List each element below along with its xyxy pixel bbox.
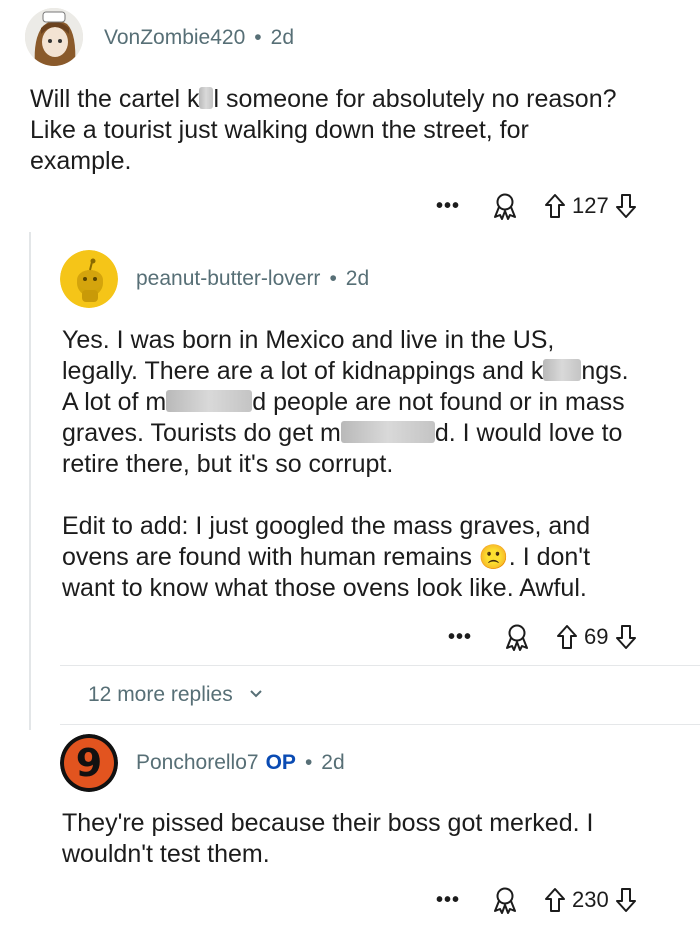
downvote-icon[interactable] bbox=[615, 193, 637, 219]
more-options-button[interactable]: ••• bbox=[448, 626, 472, 649]
more-replies-button[interactable]: 12 more replies bbox=[60, 665, 700, 725]
timestamp: 2d bbox=[345, 267, 370, 290]
upvote-icon[interactable] bbox=[556, 624, 578, 650]
chevron-down-icon bbox=[249, 686, 263, 704]
comment-actions: ••• 230 bbox=[436, 884, 637, 916]
meta-separator: • bbox=[254, 26, 262, 49]
censor-blur bbox=[340, 421, 435, 444]
avatar[interactable] bbox=[60, 250, 118, 308]
frown-emoji: 🙁 bbox=[478, 544, 509, 571]
censor-blur bbox=[199, 87, 214, 110]
vote-count: 230 bbox=[572, 887, 609, 912]
username[interactable]: VonZombie420 bbox=[104, 26, 245, 49]
award-icon[interactable] bbox=[492, 886, 518, 914]
downvote-icon[interactable] bbox=[615, 887, 637, 913]
comment-body: Yes. I was born in Mexico and live in th… bbox=[62, 326, 629, 602]
award-icon[interactable] bbox=[504, 623, 530, 651]
vote-count: 127 bbox=[572, 193, 609, 218]
meta-separator: • bbox=[329, 267, 337, 290]
avatar[interactable] bbox=[25, 8, 83, 66]
downvote-icon[interactable] bbox=[615, 624, 637, 650]
comment-actions: ••• 69 bbox=[448, 621, 637, 653]
censor-blur bbox=[543, 359, 582, 382]
meta-separator: • bbox=[304, 751, 313, 774]
username[interactable]: Ponchorello7 bbox=[136, 751, 259, 774]
more-options-button[interactable]: ••• bbox=[436, 889, 460, 912]
timestamp: 2d bbox=[270, 26, 294, 49]
censor-blur bbox=[166, 390, 253, 413]
comment-meta: peanut-butter-loverr • 2d bbox=[136, 267, 369, 291]
upvote-icon[interactable] bbox=[544, 193, 566, 219]
avatar-glyph: 9 bbox=[76, 741, 102, 785]
more-replies-label: 12 more replies bbox=[88, 683, 233, 706]
comment-actions: ••• 127 bbox=[436, 190, 637, 222]
comment-body: They're pissed because their boss got me… bbox=[62, 809, 594, 868]
award-icon[interactable] bbox=[492, 192, 518, 220]
upvote-icon[interactable] bbox=[544, 887, 566, 913]
more-options-button[interactable]: ••• bbox=[436, 195, 460, 218]
vote-count: 69 bbox=[584, 624, 609, 649]
op-badge: OP bbox=[265, 751, 296, 774]
comment-meta: VonZombie420 • 2d bbox=[104, 26, 294, 50]
thread-line bbox=[29, 232, 31, 730]
comment-body: Will the cartel kl someone for absolutel… bbox=[30, 85, 617, 175]
avatar[interactable]: 9 bbox=[60, 734, 118, 792]
comment-meta: Ponchorello7 OP • 2d bbox=[136, 751, 345, 775]
timestamp: 2d bbox=[321, 751, 345, 774]
username[interactable]: peanut-butter-loverr bbox=[136, 267, 320, 290]
